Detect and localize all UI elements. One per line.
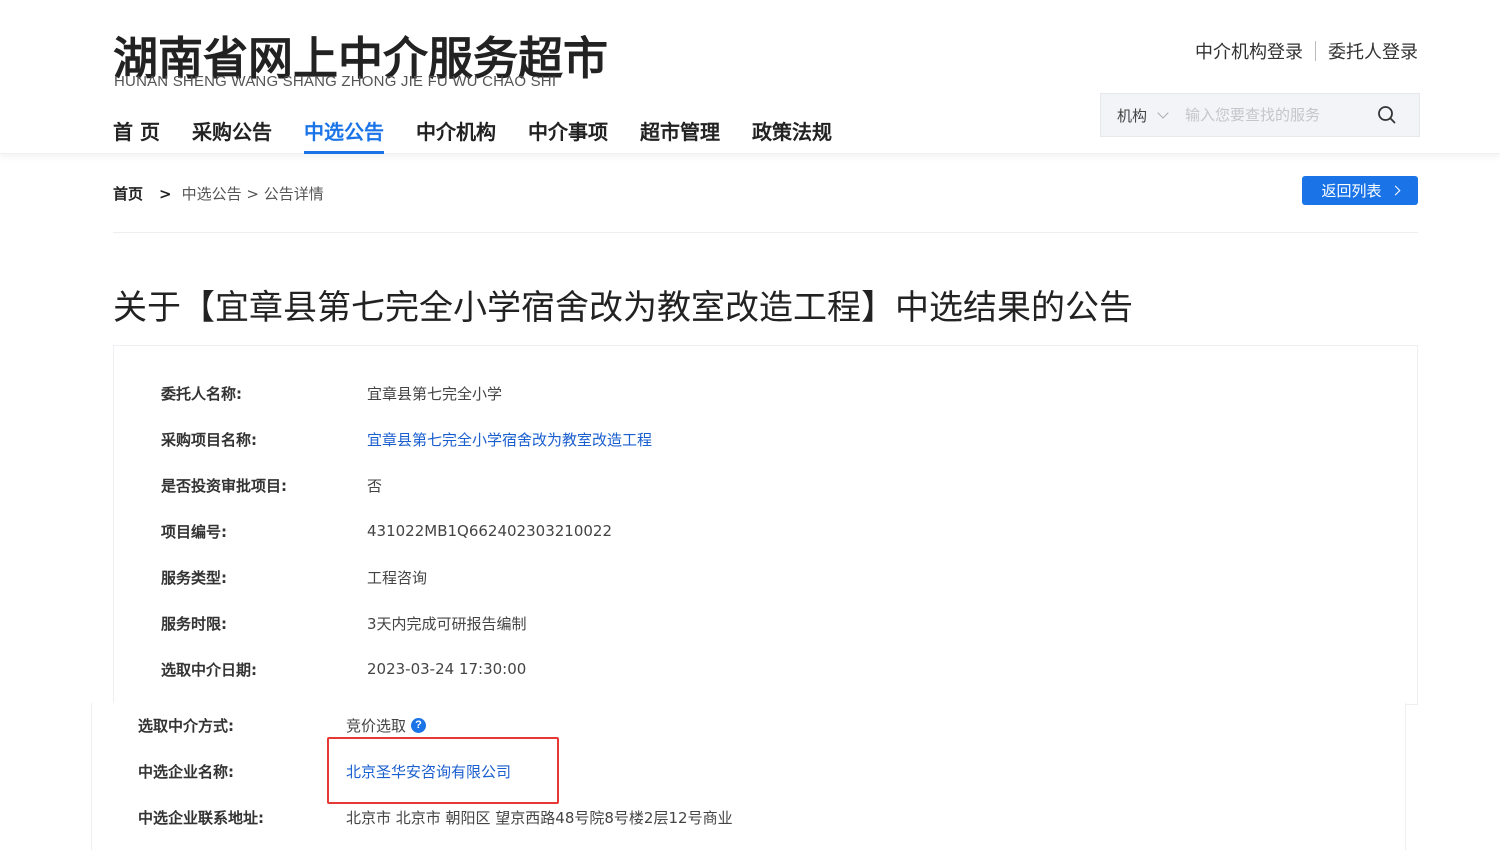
- detail-row-client: 委托人名称: 宜章县第七完全小学: [161, 381, 502, 405]
- red-highlight-box: [327, 737, 559, 804]
- detail-row-selection-method: 选取中介方式: 竞价选取 ?: [138, 713, 427, 737]
- nav-item-matters[interactable]: 中介事项: [528, 116, 608, 154]
- agency-login-link[interactable]: 中介机构登录: [1195, 38, 1303, 64]
- client-login-link[interactable]: 委托人登录: [1328, 38, 1418, 64]
- project-name-link[interactable]: 宜章县第七完全小学宿舍改为教室改造工程: [367, 429, 652, 450]
- detail-row-service-type: 服务类型: 工程咨询: [161, 565, 427, 589]
- chevron-down-icon: [1157, 107, 1169, 119]
- back-to-list-button[interactable]: 返回列表: [1302, 176, 1418, 205]
- search-input[interactable]: [1185, 106, 1356, 124]
- details-zoomed-panel: 选取中介方式: 竞价选取 ? 中选企业名称: 北京圣华安咨询有限公司 中选企业联…: [91, 703, 1406, 850]
- detail-label: 中选企业联系地址:: [138, 808, 264, 827]
- detail-label: 服务时限:: [161, 614, 227, 633]
- detail-value: 3天内完成可研报告编制: [367, 614, 527, 633]
- nav-item-procurement[interactable]: 采购公告: [192, 116, 272, 154]
- detail-row-investment-approval: 是否投资审批项目: 否: [161, 473, 382, 497]
- detail-label: 选取中介日期:: [161, 660, 257, 679]
- search-category-select[interactable]: 机构: [1117, 105, 1169, 126]
- detail-label: 委托人名称:: [161, 384, 242, 403]
- selection-method-text: 竞价选取: [346, 716, 407, 735]
- nav-item-policies[interactable]: 政策法规: [752, 116, 832, 154]
- detail-row-company-address: 中选企业联系地址: 北京市 北京市 朝阳区 望京西路48号院8号楼2层12号商业: [138, 805, 733, 829]
- help-icon[interactable]: ?: [411, 717, 427, 733]
- detail-value: 否: [367, 476, 383, 495]
- detail-label: 采购项目名称:: [161, 430, 257, 449]
- section-divider: [113, 232, 1418, 233]
- page-title: 关于【宜章县第七完全小学宿舍改为教室改造工程】中选结果的公告: [113, 288, 1133, 328]
- main-nav: 首 页 采购公告 中选公告 中介机构 中介事项 超市管理 政策法规: [113, 116, 864, 154]
- nav-item-home[interactable]: 首 页: [113, 116, 160, 154]
- nav-item-selection-notice[interactable]: 中选公告: [303, 116, 384, 154]
- detail-row-service-period: 服务时限: 3天内完成可研报告编制: [161, 611, 527, 635]
- back-to-list-label: 返回列表: [1321, 182, 1382, 200]
- search-category-label: 机构: [1117, 106, 1148, 125]
- details-card: 委托人名称: 宜章县第七完全小学 采购项目名称: 宜章县第七完全小学宿舍改为教室…: [113, 345, 1418, 705]
- detail-value: 宜章县第七完全小学: [367, 384, 503, 403]
- site-header: 湖南省网上中介服务超市 HUNAN SHENG WANG SHANG ZHONG…: [0, 0, 1500, 154]
- search-icon[interactable]: [1377, 105, 1397, 125]
- site-logo-subtitle: HUNAN SHENG WANG SHANG ZHONG JIE FU WU C…: [114, 73, 557, 90]
- detail-value: 431022MB1Q662402303210022: [367, 522, 612, 540]
- detail-value: 北京市 北京市 朝阳区 望京西路48号院8号楼2层12号商业: [346, 808, 733, 827]
- detail-label: 中选企业名称:: [138, 762, 234, 781]
- login-links: 中介机构登录 委托人登录: [1195, 38, 1418, 64]
- detail-label: 服务类型:: [161, 568, 227, 587]
- detail-row-project-name: 采购项目名称: 宜章县第七完全小学宿舍改为教室改造工程: [161, 427, 652, 451]
- breadcrumb-home[interactable]: 首页: [113, 183, 143, 204]
- detail-label: 项目编号:: [161, 522, 227, 541]
- detail-label: 选取中介方式:: [138, 716, 234, 735]
- detail-row-selection-date: 选取中介日期: 2023-03-24 17:30:00: [161, 657, 526, 681]
- nav-item-market-admin[interactable]: 超市管理: [640, 116, 720, 154]
- breadcrumb-path[interactable]: 中选公告 > 公告详情: [182, 183, 324, 204]
- breadcrumb-separator: >: [159, 184, 172, 203]
- detail-value: 2023-03-24 17:30:00: [367, 660, 527, 678]
- detail-row-project-number: 项目编号: 431022MB1Q662402303210022: [161, 519, 612, 543]
- breadcrumb: 首页 > 中选公告 > 公告详情: [113, 183, 324, 204]
- search-bar: 机构: [1100, 93, 1420, 137]
- detail-value: 工程咨询: [367, 568, 428, 587]
- detail-label: 是否投资审批项目:: [161, 476, 287, 495]
- chevron-right-icon: [1390, 185, 1400, 196]
- nav-item-agencies[interactable]: 中介机构: [416, 116, 496, 154]
- login-divider: [1315, 41, 1316, 61]
- detail-value: 竞价选取 ?: [346, 715, 427, 736]
